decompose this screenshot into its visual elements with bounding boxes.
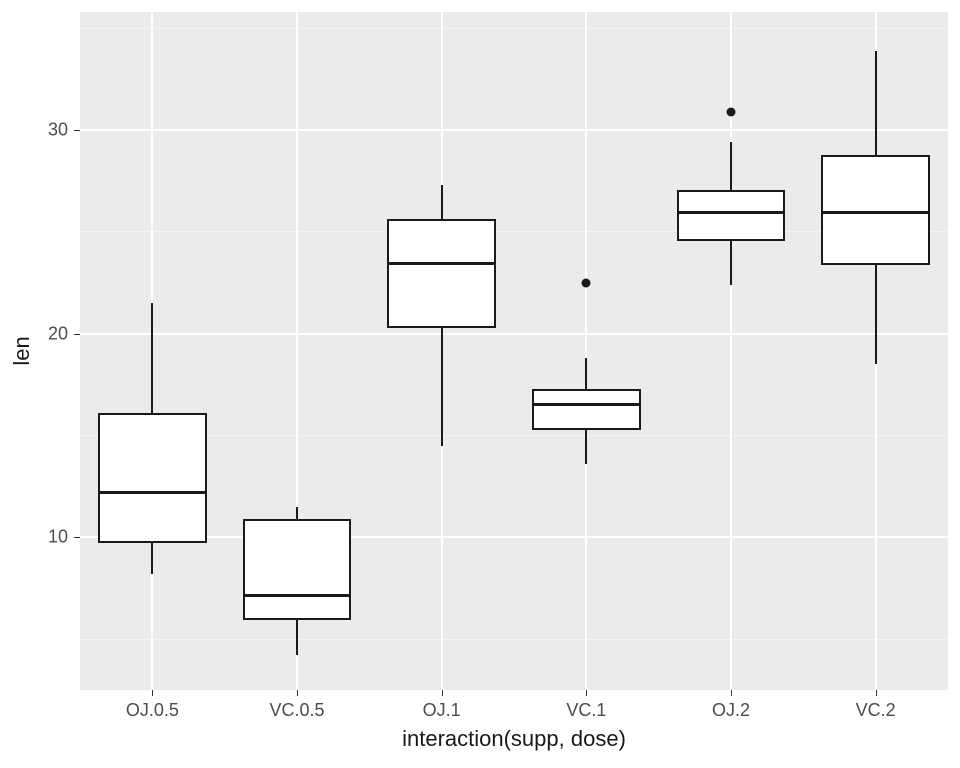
box (98, 413, 207, 543)
panel-background (80, 12, 948, 690)
box (532, 389, 641, 431)
y-tick (74, 130, 80, 131)
grid-minor-h (80, 231, 948, 232)
x-tick (297, 690, 298, 696)
boxplot-chart: len interaction(supp, dose) 102030OJ.0.5… (0, 0, 960, 768)
whisker (296, 620, 298, 656)
whisker (585, 358, 587, 389)
y-tick (74, 537, 80, 538)
grid-minor-h (80, 435, 948, 436)
whisker (296, 507, 298, 519)
x-tick-label: VC.2 (856, 700, 896, 721)
x-tick-label: OJ.0.5 (126, 700, 179, 721)
whisker (875, 51, 877, 155)
median-line (532, 403, 641, 406)
outlier-point (582, 278, 591, 287)
median-line (677, 211, 786, 214)
x-tick (152, 690, 153, 696)
median-line (387, 262, 496, 265)
median-line (98, 491, 207, 494)
whisker (151, 303, 153, 413)
y-tick-label: 10 (0, 527, 68, 548)
grid-minor-h (80, 28, 948, 29)
whisker (875, 265, 877, 364)
median-line (821, 211, 930, 214)
box (243, 519, 352, 620)
whisker (151, 543, 153, 574)
whisker (730, 142, 732, 189)
whisker (585, 430, 587, 464)
x-tick-label: VC.0.5 (269, 700, 324, 721)
x-tick-label: VC.1 (566, 700, 606, 721)
box (821, 155, 930, 265)
median-line (243, 594, 352, 597)
grid-major-h (80, 536, 948, 538)
y-tick (74, 334, 80, 335)
whisker (730, 241, 732, 285)
box (677, 190, 786, 241)
whisker (441, 328, 443, 446)
grid-minor-h (80, 639, 948, 640)
x-tick (731, 690, 732, 696)
y-tick-label: 20 (0, 323, 68, 344)
box (387, 219, 496, 328)
x-tick-label: OJ.2 (712, 700, 750, 721)
whisker (441, 185, 443, 219)
x-tick (876, 690, 877, 696)
y-tick-label: 30 (0, 120, 68, 141)
grid-major-h (80, 129, 948, 131)
grid-major-v (585, 12, 587, 690)
x-tick-label: OJ.1 (423, 700, 461, 721)
outlier-point (727, 107, 736, 116)
x-tick (586, 690, 587, 696)
x-tick (442, 690, 443, 696)
x-axis-title: interaction(supp, dose) (402, 726, 626, 752)
grid-major-h (80, 333, 948, 335)
